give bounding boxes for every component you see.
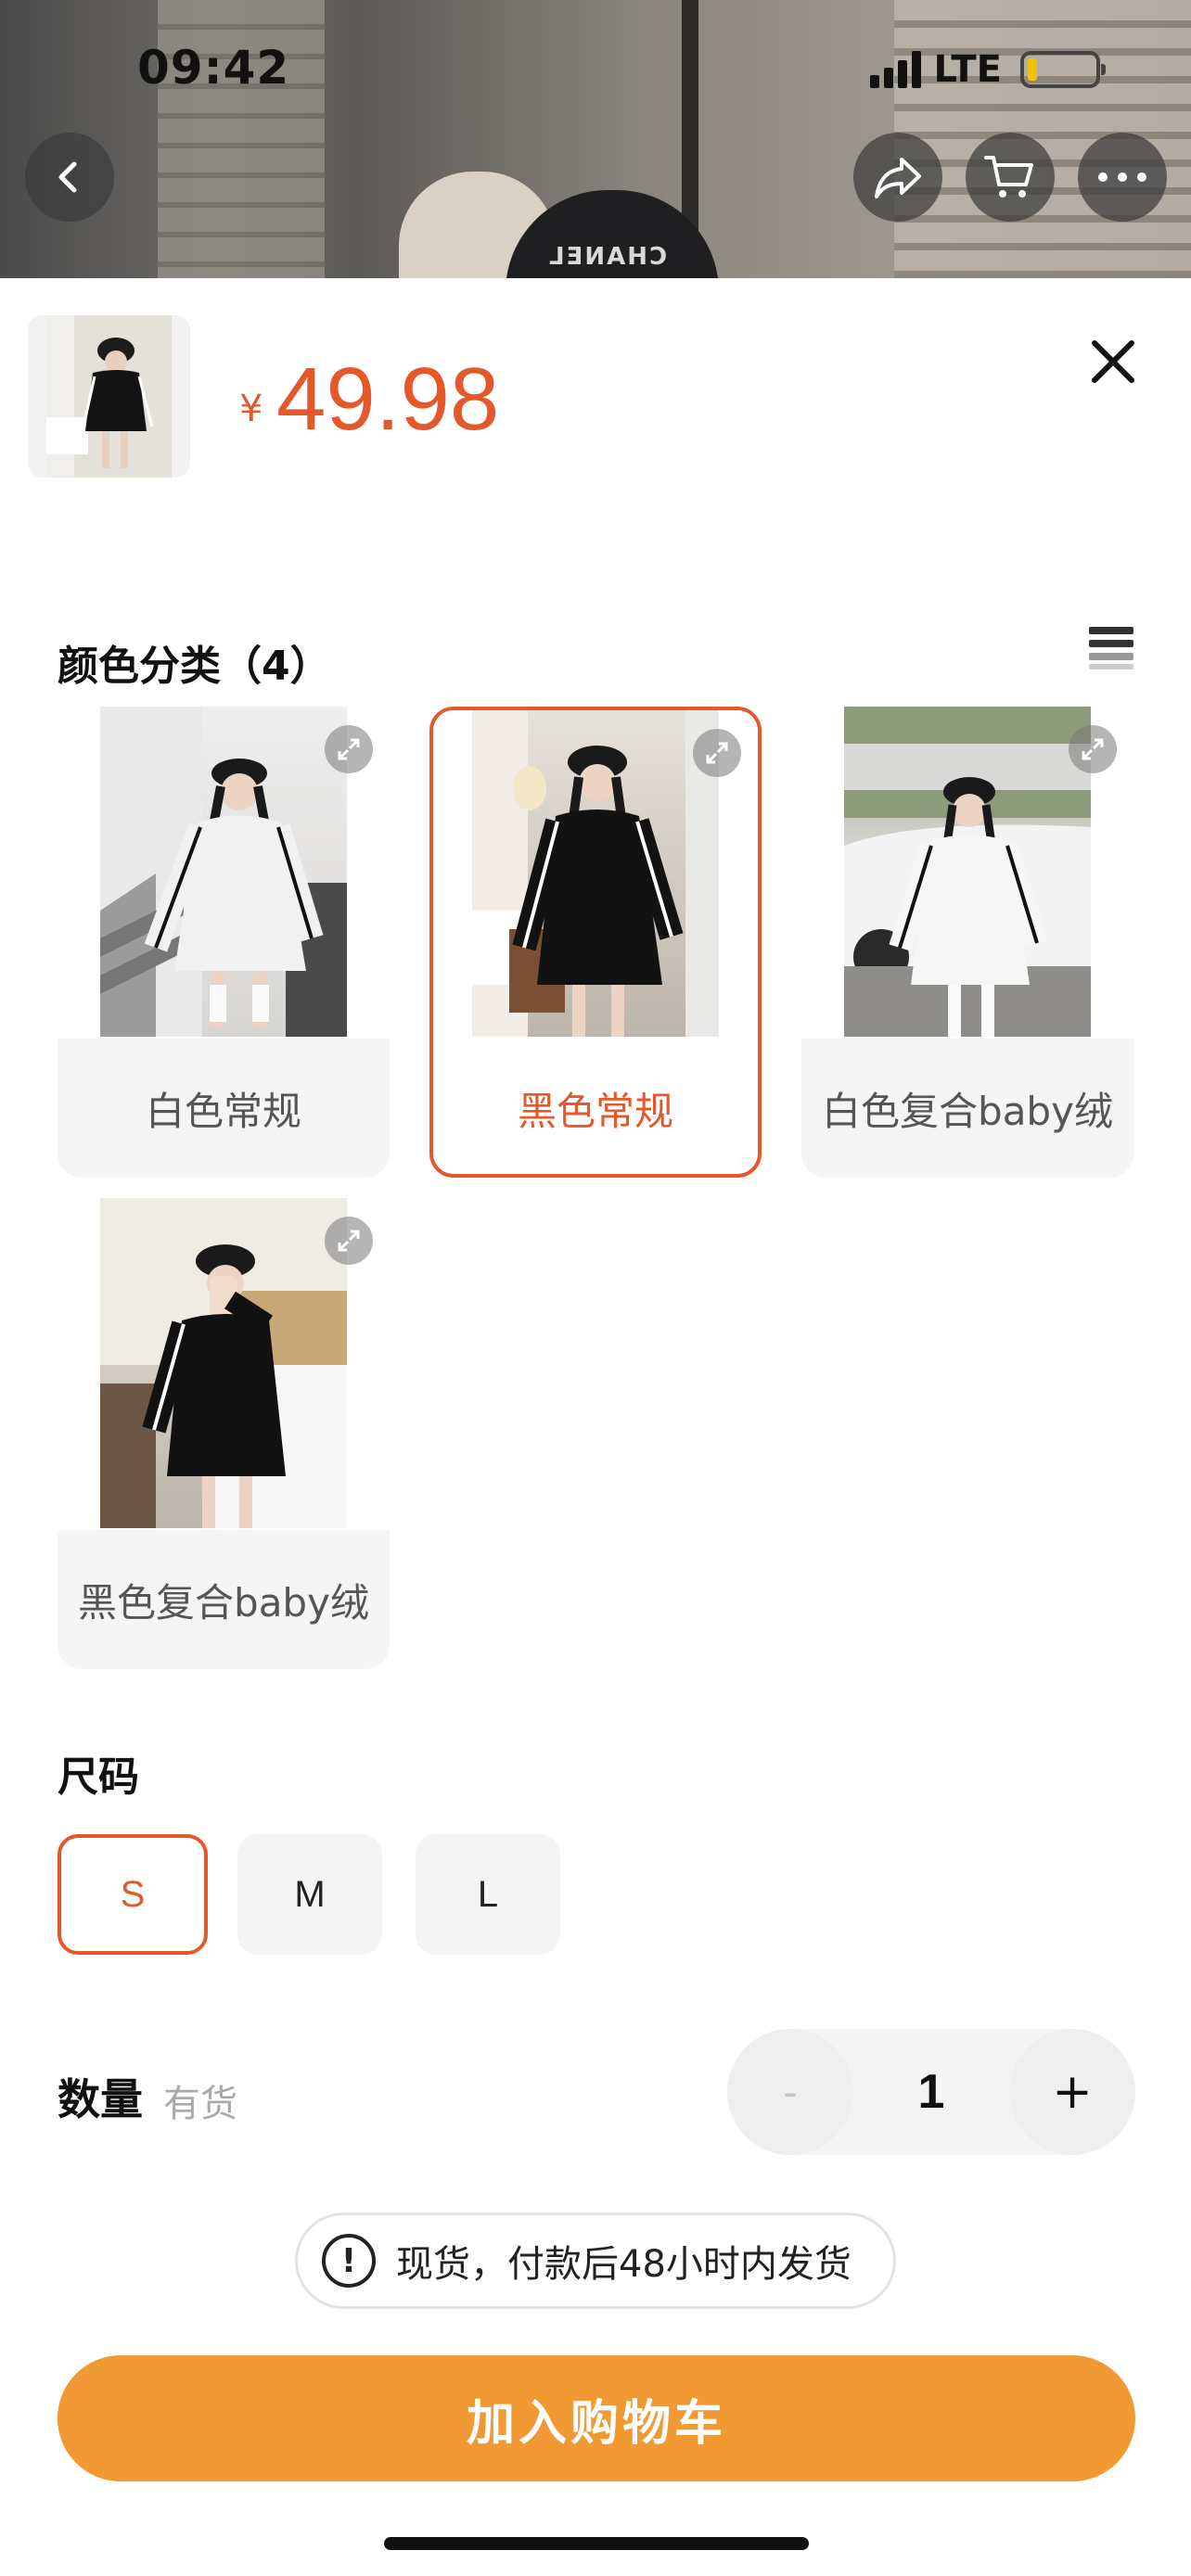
share-arrow-icon (875, 158, 921, 198)
chevron-left-icon (58, 161, 77, 193)
expand-icon[interactable] (325, 1217, 373, 1265)
thumbnail-photo (46, 315, 172, 478)
share-button[interactable] (853, 133, 942, 222)
shipping-notice: ! 现货，付款后48小时内发货 (295, 2213, 896, 2309)
cart-button[interactable] (966, 133, 1055, 222)
list-view-icon (1089, 627, 1133, 670)
color-option-black-regular[interactable]: 黑色常规 (429, 707, 762, 1178)
status-time: 09:42 (137, 41, 290, 95)
color-option-image (801, 707, 1133, 1039)
color-option-label: 黑色复合baby绒 (78, 1579, 369, 1626)
back-button[interactable] (25, 133, 114, 222)
quantity-label: 数量 (58, 2074, 143, 2124)
color-option-image (58, 1198, 390, 1530)
more-button[interactable] (1078, 133, 1167, 222)
size-section-title: 尺码 (58, 1753, 139, 1801)
product-price: 49.98 (276, 350, 500, 449)
quantity-decrease-button[interactable]: - (727, 2029, 853, 2155)
home-indicator (384, 2537, 809, 2550)
more-dots-icon (1098, 172, 1146, 182)
color-option-image (433, 710, 758, 1042)
quantity-stepper: - 1 + (727, 2029, 1135, 2155)
color-option-label: 白色复合baby绒 (822, 1088, 1113, 1134)
close-button[interactable] (1085, 334, 1141, 389)
expand-icon[interactable] (1069, 725, 1117, 773)
color-option-image (58, 707, 390, 1039)
list-view-button[interactable] (1087, 623, 1135, 671)
color-option-white-baby-velvet[interactable]: 白色复合baby绒 (801, 707, 1133, 1178)
signal-icon (869, 51, 921, 88)
selected-sku-thumbnail[interactable] (28, 315, 190, 478)
network-label: LTE (933, 48, 1002, 91)
expand-icon[interactable] (325, 725, 373, 773)
price-currency: ¥ (239, 388, 263, 430)
color-option-label: 黑色常规 (517, 1088, 673, 1134)
close-icon (1092, 340, 1134, 383)
quantity-increase-button[interactable]: + (1009, 2029, 1135, 2155)
info-exclamation-icon: ! (322, 2234, 376, 2288)
hero-hat-text: CHANEL (547, 243, 668, 271)
battery-icon (1020, 51, 1106, 88)
size-option-m[interactable]: M (237, 1834, 382, 1955)
status-indicators: LTE (869, 48, 1106, 91)
expand-icon[interactable] (693, 729, 741, 777)
color-section-title: 颜色分类（4） (58, 643, 331, 690)
stock-status: 有货 (163, 2083, 237, 2125)
size-option-s[interactable]: S (58, 1834, 208, 1955)
color-option-black-baby-velvet[interactable]: 黑色复合baby绒 (58, 1198, 390, 1669)
add-to-cart-button[interactable]: 加入购物车 (58, 2355, 1135, 2481)
shipping-notice-text: 现货，付款后48小时内发货 (396, 2243, 852, 2286)
color-option-white-regular[interactable]: 白色常规 (58, 707, 390, 1178)
cart-icon (984, 156, 1033, 198)
quantity-value[interactable]: 1 (853, 2029, 1009, 2155)
color-option-label: 白色常规 (145, 1088, 301, 1134)
size-option-l[interactable]: L (416, 1834, 560, 1955)
